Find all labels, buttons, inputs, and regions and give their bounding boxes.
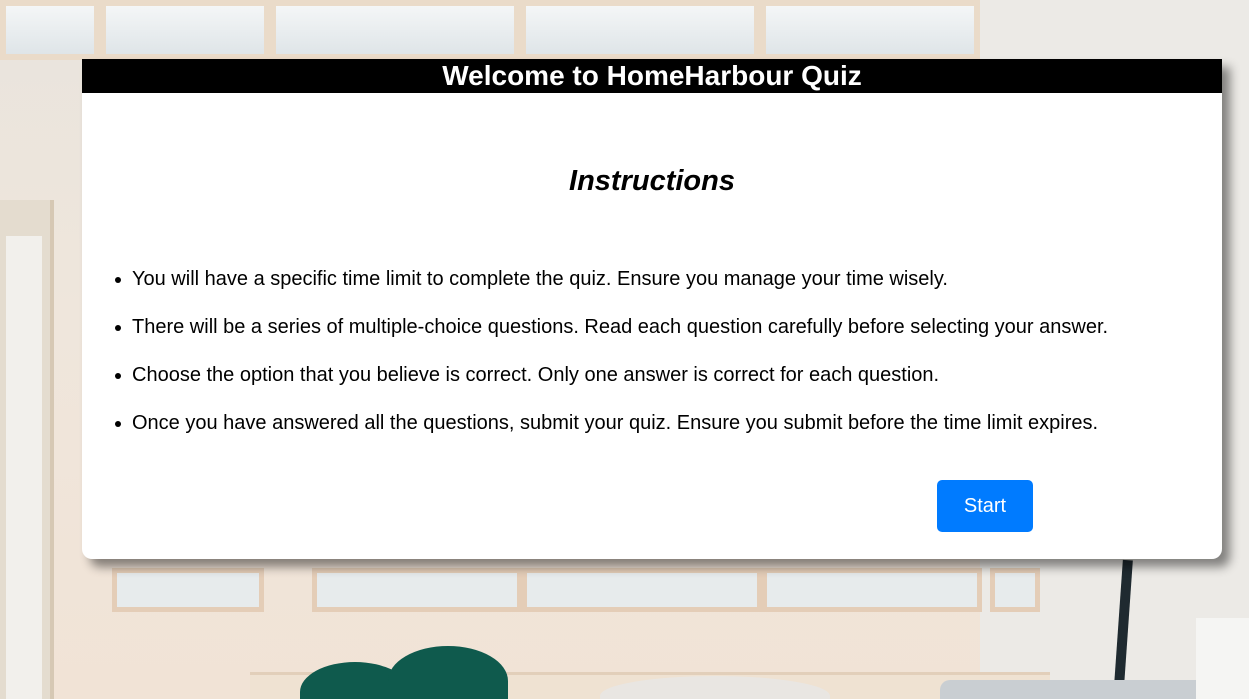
bullet-icon bbox=[115, 421, 121, 427]
quiz-welcome-card: Welcome to HomeHarbour Quiz Instructions… bbox=[82, 59, 1222, 559]
list-item: There will be a series of multiple-choic… bbox=[115, 313, 1109, 341]
instruction-text: There will be a series of multiple-choic… bbox=[132, 316, 1109, 338]
lower-window bbox=[312, 568, 522, 612]
door-glass bbox=[6, 236, 42, 699]
list-item: You will have a specific time limit to c… bbox=[115, 265, 1108, 293]
page-title: Welcome to HomeHarbour Quiz bbox=[82, 59, 1222, 93]
list-item: Once you have answered all the questions… bbox=[115, 409, 1108, 437]
shelf bbox=[1196, 618, 1249, 699]
bullet-icon bbox=[115, 325, 121, 331]
window-pane bbox=[760, 0, 980, 60]
instruction-text: Once you have answered all the questions… bbox=[132, 412, 1099, 434]
bullet-icon bbox=[115, 373, 121, 379]
instructions-heading: Instructions bbox=[569, 165, 735, 197]
lower-window bbox=[112, 568, 264, 612]
lower-window bbox=[522, 568, 762, 612]
lower-window bbox=[990, 568, 1040, 612]
lower-window bbox=[762, 568, 982, 612]
window-pane bbox=[520, 0, 760, 60]
window-pane bbox=[0, 0, 100, 60]
instruction-text: Choose the option that you believe is co… bbox=[132, 364, 940, 386]
list-item: Choose the option that you believe is co… bbox=[115, 361, 1108, 389]
green-chair bbox=[388, 646, 508, 699]
start-button[interactable]: Start bbox=[937, 480, 1033, 532]
window-pane bbox=[100, 0, 270, 60]
instructions-list: You will have a specific time limit to c… bbox=[115, 265, 1109, 457]
instruction-text: You will have a specific time limit to c… bbox=[132, 268, 948, 290]
bullet-icon bbox=[115, 277, 121, 283]
window-pane bbox=[270, 0, 520, 60]
